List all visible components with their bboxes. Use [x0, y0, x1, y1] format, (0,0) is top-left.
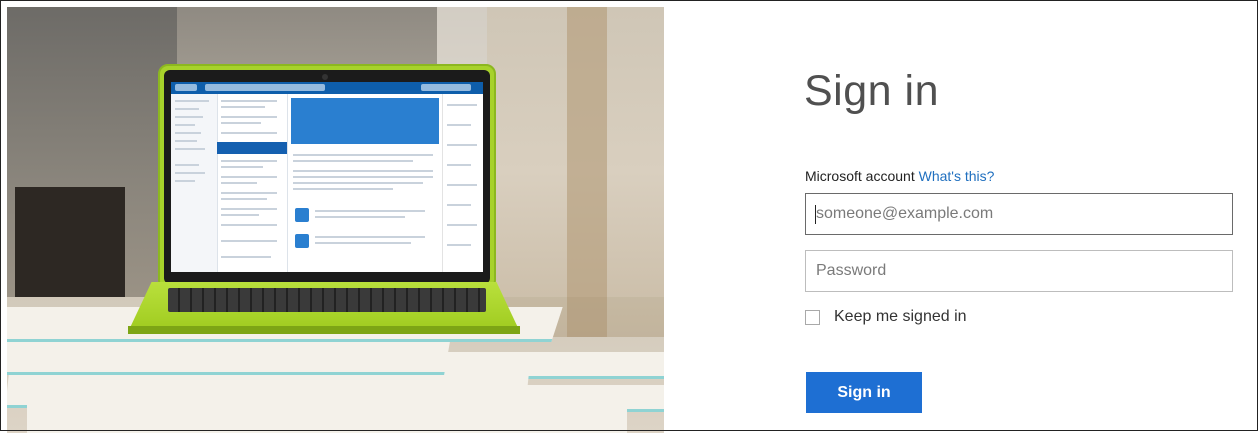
account-label-line: Microsoft account What's this?: [805, 168, 994, 184]
screen-feature-icon: [295, 234, 309, 248]
screen-line: [221, 116, 277, 118]
signin-panel: Sign in Microsoft account What's this? K…: [664, 0, 1260, 433]
screen-banner: [291, 98, 439, 144]
screen-line: [175, 108, 199, 110]
screen-line: [221, 192, 277, 194]
screen-app-header: [171, 82, 483, 94]
screen-line: [221, 132, 277, 134]
account-label: Microsoft account: [805, 168, 915, 184]
screen-line: [315, 216, 405, 218]
screen-line: [447, 184, 477, 186]
page-title: Sign in: [804, 67, 939, 115]
keep-signed-in-checkbox[interactable]: [805, 309, 820, 325]
screen-line: [175, 140, 197, 142]
screen-side-pane: [442, 94, 483, 272]
wood-plank: [7, 342, 450, 375]
laptop-base-front: [128, 326, 520, 334]
screen-line: [175, 124, 195, 126]
screen-line: [447, 104, 477, 106]
screen-line: [221, 122, 261, 124]
screen-line: [221, 166, 263, 168]
screen-line: [175, 132, 201, 134]
screen-line: [315, 210, 425, 212]
email-field[interactable]: [805, 193, 1233, 235]
text-caret: [815, 205, 816, 224]
screen-line: [221, 160, 277, 162]
screen-line: [175, 116, 203, 118]
wood-plank: [27, 405, 627, 433]
screen-toolbar: [205, 84, 325, 91]
screen-line: [221, 106, 265, 108]
screen-message-list: [217, 94, 288, 272]
screen-line: [293, 188, 393, 190]
screen-line: [293, 154, 433, 156]
screen-line: [221, 208, 277, 210]
screen-line: [175, 180, 195, 182]
screen-line: [175, 164, 199, 166]
screen-line: [175, 172, 205, 174]
screen-line: [221, 224, 277, 226]
screen-line: [447, 224, 477, 226]
screen-line: [221, 214, 259, 216]
keep-signed-in-label[interactable]: Keep me signed in: [834, 308, 967, 326]
screen-line: [293, 160, 413, 162]
screen-line: [293, 182, 423, 184]
screen-line: [315, 236, 425, 238]
screen-line: [221, 198, 267, 200]
screen-line: [221, 176, 277, 178]
keep-signed-in[interactable]: Keep me signed in: [805, 308, 967, 326]
screen-line: [447, 244, 471, 246]
screen-line: [221, 182, 257, 184]
screen-line: [293, 176, 433, 178]
screen-line: [293, 170, 433, 172]
screen-line: [315, 242, 411, 244]
screen-line: [447, 144, 477, 146]
screen-selected-message: [217, 142, 287, 154]
screen-user: [421, 84, 471, 91]
screen-line: [221, 100, 277, 102]
screen-feature-icon: [295, 208, 309, 222]
screen-line: [447, 164, 471, 166]
screen-line: [447, 124, 471, 126]
screen-line: [221, 256, 271, 258]
screen-line: [175, 148, 205, 150]
password-field[interactable]: [805, 250, 1233, 292]
background-wooden-post: [567, 7, 607, 337]
laptop-camera: [322, 74, 328, 80]
screen-line: [221, 240, 277, 242]
screen-logo: [175, 84, 197, 91]
screen-folder-pane: [171, 94, 218, 272]
screen-line: [447, 204, 471, 206]
wood-plank: [7, 375, 529, 408]
laptop-keyboard: [168, 288, 486, 312]
background-dark-panel: [15, 187, 125, 297]
signin-button[interactable]: Sign in: [806, 372, 922, 413]
screen-line: [175, 100, 209, 102]
laptop-screen: [171, 82, 483, 272]
screen-reading-pane: [287, 94, 443, 272]
whats-this-link[interactable]: What's this?: [919, 168, 995, 184]
